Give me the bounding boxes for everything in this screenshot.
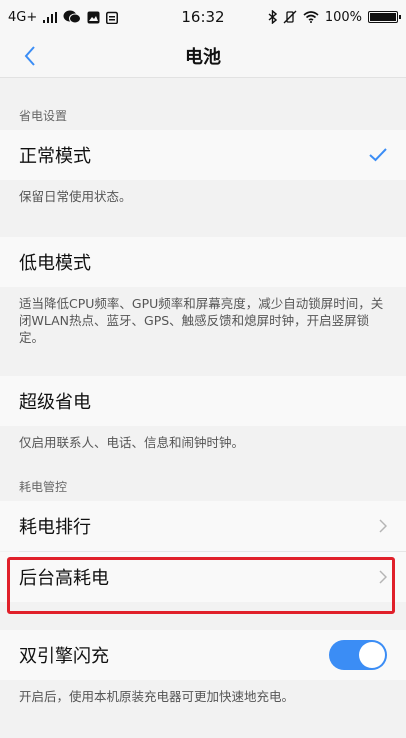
low-power-mode-option[interactable]: 低电模式	[0, 237, 406, 287]
vibrate-off-icon	[283, 10, 297, 24]
back-button[interactable]	[10, 34, 50, 78]
section-header-power-control: 耗电管控	[19, 480, 68, 494]
network-type: 4G+	[8, 9, 38, 25]
background-high-power-item[interactable]: 后台高耗电	[0, 552, 406, 602]
battery-icon	[368, 11, 401, 23]
toggle-knob	[359, 642, 385, 668]
nav-bar: 电池	[0, 34, 406, 78]
section-header-power-settings: 省电设置	[19, 109, 68, 123]
normal-mode-label: 正常模式	[19, 146, 91, 167]
calendar-icon	[106, 11, 119, 24]
chevron-right-icon	[379, 519, 387, 533]
battery-percent: 100%	[324, 9, 362, 25]
dual-engine-toggle[interactable]	[329, 640, 387, 670]
dual-engine-label: 双引擎闪充	[19, 646, 109, 667]
super-mode-label: 超级省电	[19, 392, 91, 413]
low-mode-desc: 适当降低CPU频率、GPU频率和屏幕亮度，减少自动锁屏时间，关闭WLAN热点、蓝…	[19, 296, 384, 345]
dual-engine-charging-row: 双引擎闪充	[0, 630, 406, 680]
dual-engine-desc: 开启后，使用本机原装充电器可更加快速地充电。	[19, 689, 295, 704]
low-mode-label: 低电模式	[19, 253, 91, 274]
wechat-icon	[63, 10, 82, 24]
gallery-icon	[87, 11, 100, 23]
normal-mode-desc: 保留日常使用状态。	[19, 189, 132, 204]
wifi-icon	[303, 11, 319, 23]
super-mode-desc: 仅启用联系人、电话、信息和闹钟时钟。	[19, 435, 245, 450]
background-high-power-label: 后台高耗电	[19, 568, 109, 589]
page-title: 电池	[185, 46, 221, 68]
power-ranking-item[interactable]: 耗电排行	[0, 501, 406, 551]
chevron-left-icon	[24, 46, 35, 66]
power-ranking-label: 耗电排行	[19, 517, 91, 538]
super-power-saving-option[interactable]: 超级省电	[0, 376, 406, 426]
chevron-right-icon	[379, 570, 387, 584]
checkmark-icon	[369, 148, 387, 162]
status-bar: 4G+ 16:32 100%	[0, 0, 406, 34]
bluetooth-icon	[268, 10, 277, 24]
normal-mode-option[interactable]: 正常模式	[0, 130, 406, 180]
signal-icon	[43, 11, 58, 23]
